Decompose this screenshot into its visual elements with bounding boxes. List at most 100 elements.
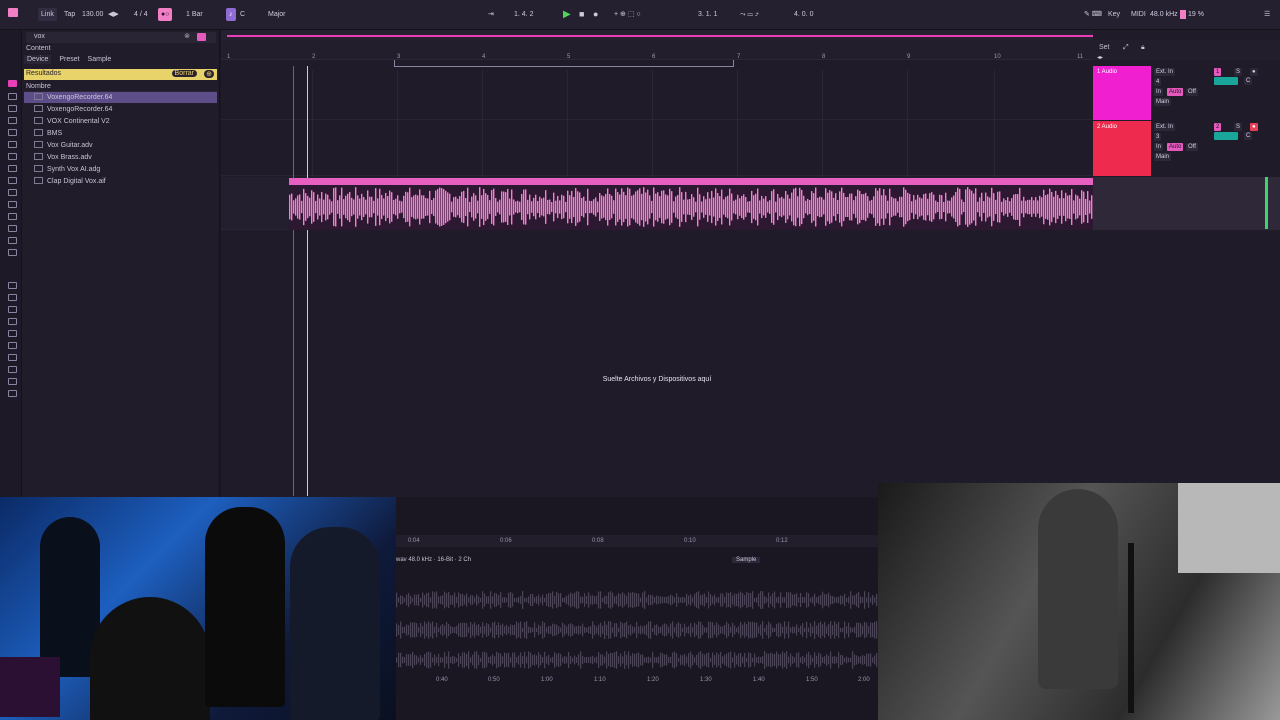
monitor-auto-button[interactable]: Auto xyxy=(1167,88,1184,96)
midi-effects-icon[interactable] xyxy=(8,141,17,148)
max-for-live-icon[interactable] xyxy=(8,165,17,172)
overdub-icon[interactable]: + ⊕ ⬚ ○ xyxy=(614,8,641,21)
output-select[interactable]: Main xyxy=(1154,98,1172,106)
list-item[interactable]: VoxengoRecorder.64 xyxy=(24,104,112,115)
output-select[interactable]: Main xyxy=(1154,153,1172,161)
pan-field[interactable]: C xyxy=(1244,132,1253,140)
time-ruler[interactable]: 0:04 0:06 0:08 0:10 0:12 xyxy=(396,535,878,547)
overview-strip[interactable] xyxy=(221,30,1093,40)
tab-preset[interactable]: Preset xyxy=(59,56,79,63)
nudge-icon[interactable]: ◀▶ xyxy=(108,8,119,21)
push-icon[interactable] xyxy=(8,318,17,325)
track-header-1[interactable]: 1 Audio Ext. In 4 In Auto Off Main 1 S ●… xyxy=(1093,66,1280,120)
record-button[interactable]: ● xyxy=(593,8,598,21)
track-name[interactable]: 2 Audio xyxy=(1093,121,1151,176)
list-item[interactable]: VoxengoRecorder.64 xyxy=(24,92,217,103)
list-item[interactable]: Vox Brass.adv xyxy=(24,152,92,163)
add-filter-button[interactable]: ⊕ xyxy=(204,70,214,78)
key-map-button[interactable]: Key xyxy=(1108,8,1120,21)
drums-icon[interactable] xyxy=(8,105,17,112)
plugins-icon[interactable] xyxy=(8,177,17,184)
user-library-icon[interactable] xyxy=(8,282,17,289)
input-channel-select[interactable]: 3 xyxy=(1154,133,1162,141)
clip-title-bar[interactable] xyxy=(289,178,1093,185)
link-button[interactable]: Link xyxy=(38,8,57,21)
follow-icon[interactable]: ⇥ xyxy=(488,8,494,21)
audio-clip[interactable] xyxy=(289,178,1093,230)
arm-button[interactable]: ● xyxy=(1250,68,1258,76)
breadcrumb[interactable]: Content xyxy=(26,45,51,52)
cloud-icon[interactable] xyxy=(8,306,17,313)
menu-icon[interactable]: ☰ xyxy=(1264,8,1270,21)
monitor-off-button[interactable]: Off xyxy=(1186,143,1198,151)
folder-icon[interactable] xyxy=(8,342,17,349)
loop-length[interactable]: 4. 0. 0 xyxy=(794,8,813,21)
solo-button[interactable]: S xyxy=(1234,123,1243,131)
arm-button[interactable]: ● xyxy=(1250,123,1258,131)
collections-icon[interactable] xyxy=(8,80,17,87)
arrangement-view[interactable]: 1 2 3 4 5 6 7 8 9 10 11 Suelte Archivos … xyxy=(221,30,1093,497)
overview-time-ruler[interactable]: 0:40 0:50 1:00 1:10 1:20 1:30 1:40 1:50 … xyxy=(396,677,878,689)
monitor-in-button[interactable]: In xyxy=(1154,88,1164,96)
list-item[interactable]: Clap Digital Vox.aif xyxy=(24,176,106,187)
clip-detail-view[interactable]: 0:04 0:06 0:08 0:10 0:12 wav 48.0 kHz · … xyxy=(396,497,878,720)
zoom-arrows-icon[interactable]: ◂▸ xyxy=(1097,54,1103,61)
lock-icon[interactable]: 🔒︎ xyxy=(1141,44,1145,52)
volume-field[interactable] xyxy=(1214,132,1238,140)
packs-icon[interactable] xyxy=(8,249,17,256)
input-type-select[interactable]: Ext. In xyxy=(1154,68,1176,76)
tunings-icon[interactable] xyxy=(8,225,17,232)
filter-icon[interactable] xyxy=(197,33,206,41)
midi-map-button[interactable]: MIDI xyxy=(1131,8,1146,21)
expand-icon[interactable]: ⤢ xyxy=(1123,44,1129,52)
tab-device[interactable]: Device xyxy=(24,55,52,64)
browser-toggle-icon[interactable] xyxy=(8,8,18,21)
track-activator[interactable]: 1 xyxy=(1214,68,1222,76)
beat-time-ruler[interactable]: 1 2 3 4 5 6 7 8 9 10 11 xyxy=(221,40,1093,67)
clips-icon[interactable] xyxy=(8,189,17,196)
folder-icon[interactable] xyxy=(8,366,17,373)
meter-field[interactable]: 4 / 4 xyxy=(134,8,148,21)
draw-mode-icon[interactable]: ✎ ⌨ xyxy=(1084,8,1102,21)
play-button[interactable]: ▶ xyxy=(563,8,571,21)
list-item[interactable]: Vox Guitar.adv xyxy=(24,140,93,151)
search-box[interactable]: vox ⊗ xyxy=(26,32,216,43)
metronome-button[interactable]: ●○ xyxy=(158,8,173,21)
clear-search-icon[interactable]: ⊗ xyxy=(184,32,190,40)
track-header-2[interactable]: 2 Audio Ext. In 3 In Auto Off Main 2 S ●… xyxy=(1093,121,1280,176)
current-project-icon[interactable] xyxy=(8,294,17,301)
solo-button[interactable]: S xyxy=(1234,68,1243,76)
monitor-auto-button[interactable]: Auto xyxy=(1167,143,1184,151)
loop-icons[interactable]: ⤳ ▭ ⤴ xyxy=(740,8,759,21)
list-item[interactable]: Synth Vox AI.adg xyxy=(24,164,100,175)
input-type-select[interactable]: Ext. In xyxy=(1154,123,1176,131)
scale-mode-icon[interactable]: ♪ xyxy=(226,8,236,21)
scale-select[interactable]: Major xyxy=(268,8,286,21)
search-input[interactable]: vox xyxy=(34,33,45,40)
folder-icon[interactable] xyxy=(8,354,17,361)
sounds-icon[interactable] xyxy=(8,93,17,100)
input-channel-select[interactable]: 4 xyxy=(1154,78,1162,86)
loop-start[interactable]: 3. 1. 1 xyxy=(698,8,717,21)
folder-icon[interactable] xyxy=(8,330,17,337)
monitor-off-button[interactable]: Off xyxy=(1186,88,1198,96)
modulators-icon[interactable] xyxy=(8,153,17,160)
tap-button[interactable]: Tap xyxy=(64,8,75,21)
audio-effects-icon[interactable] xyxy=(8,129,17,136)
track-name[interactable]: 1 Audio xyxy=(1093,66,1151,120)
tab-sample[interactable]: Sample xyxy=(88,56,112,63)
song-position[interactable]: 1. 4. 2 xyxy=(514,8,533,21)
templates-icon[interactable] xyxy=(8,237,17,244)
add-folder-icon[interactable] xyxy=(8,390,17,397)
folder-icon[interactable] xyxy=(8,378,17,385)
quantize-menu[interactable]: 1 Bar xyxy=(186,8,203,21)
tempo-field[interactable]: 130.00 xyxy=(82,8,103,21)
stop-button[interactable]: ■ xyxy=(579,8,584,21)
clear-results-button[interactable]: Borrar xyxy=(171,70,197,77)
samples-icon[interactable] xyxy=(8,201,17,208)
instruments-icon[interactable] xyxy=(8,117,17,124)
track-header-3[interactable] xyxy=(1093,177,1280,230)
playhead[interactable] xyxy=(307,66,308,496)
key-select[interactable]: C xyxy=(240,8,245,21)
track-lane-1[interactable] xyxy=(221,66,1093,120)
